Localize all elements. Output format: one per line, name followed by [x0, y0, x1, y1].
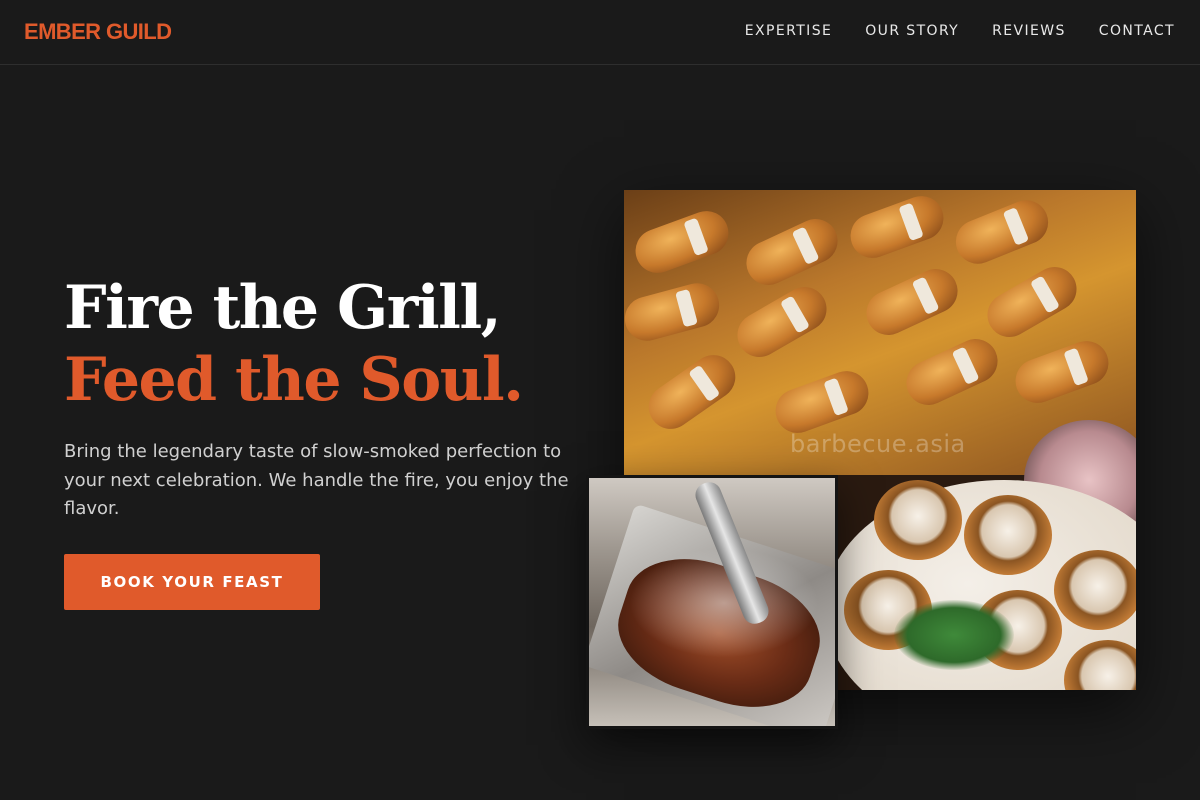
hero-heading: Fire the Grill, Feed the Soul.: [64, 272, 584, 416]
hero-heading-line2: Feed the Soul.: [64, 345, 524, 415]
hero-heading-line1: Fire the Grill,: [64, 273, 502, 343]
top-navigation-bar: EMBER GUILD EXPERTISE OUR STORY REVIEWS …: [0, 0, 1200, 65]
nav-link-contact[interactable]: CONTACT: [1099, 23, 1175, 39]
image-watermark: barbecue.asia: [790, 430, 966, 458]
tart-image-part: [1054, 550, 1136, 630]
tart-image-part: [874, 480, 962, 560]
hero-subtitle: Bring the legendary taste of slow-smoked…: [64, 441, 569, 519]
main-nav: EXPERTISE OUR STORY REVIEWS CONTACT: [745, 23, 1175, 39]
nav-link-our-story[interactable]: OUR STORY: [865, 23, 959, 39]
book-feast-button[interactable]: BOOK YOUR FEAST: [64, 554, 320, 610]
tart-image-part: [964, 495, 1052, 575]
brand-logo[interactable]: EMBER GUILD: [24, 19, 172, 45]
herb-garnish-image-part: [894, 600, 1014, 670]
nav-link-expertise[interactable]: EXPERTISE: [745, 23, 832, 39]
nav-link-reviews[interactable]: REVIEWS: [992, 23, 1066, 39]
grilled-meat-image: [586, 475, 838, 729]
